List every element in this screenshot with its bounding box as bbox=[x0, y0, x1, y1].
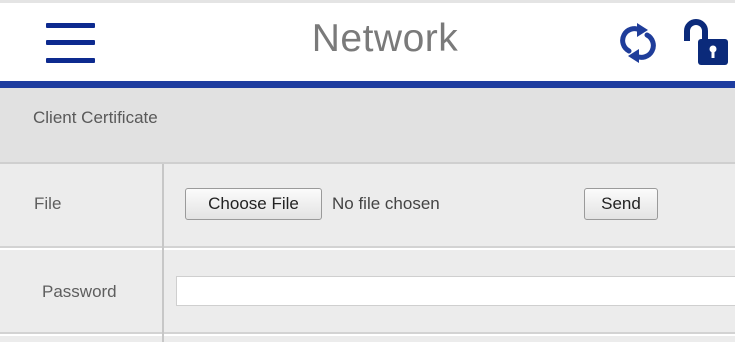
menu-button[interactable] bbox=[46, 23, 95, 63]
column-divider bbox=[162, 164, 164, 342]
choose-file-button[interactable]: Choose File bbox=[185, 188, 322, 220]
network-settings-screen: Network Client Certificate File Choose F… bbox=[0, 0, 735, 342]
next-row bbox=[0, 336, 735, 342]
file-row: File Choose File No file chosen Send bbox=[0, 164, 735, 248]
file-label: File bbox=[34, 194, 62, 213]
password-row: Password bbox=[0, 250, 735, 334]
file-status-text: No file chosen bbox=[332, 194, 440, 213]
lock-button[interactable] bbox=[682, 17, 730, 67]
unlocked-padlock-icon bbox=[684, 19, 728, 65]
app-header: Network bbox=[0, 0, 735, 82]
password-input[interactable] bbox=[176, 276, 735, 306]
section-header: Client Certificate bbox=[0, 88, 735, 164]
send-button[interactable]: Send bbox=[584, 188, 658, 220]
header-divider bbox=[0, 81, 735, 88]
refresh-icon bbox=[620, 23, 656, 63]
section-title: Client Certificate bbox=[33, 108, 158, 127]
password-label: Password bbox=[42, 282, 117, 301]
page-title: Network bbox=[311, 17, 459, 60]
refresh-button[interactable] bbox=[620, 21, 656, 65]
